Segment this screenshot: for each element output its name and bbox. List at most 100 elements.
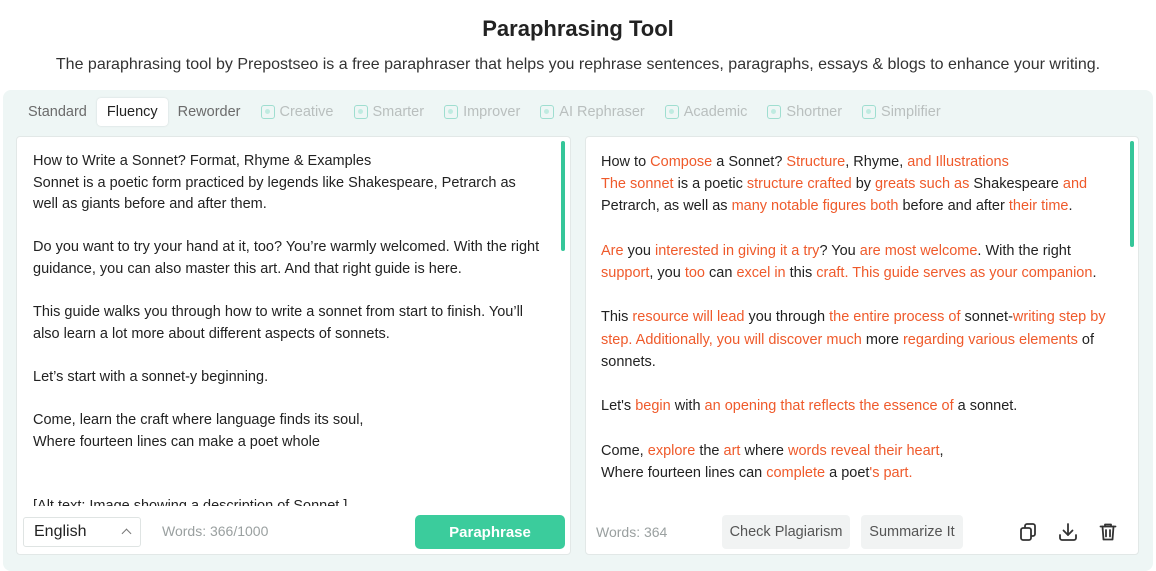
input-paragraph: [Alt text: Image showing a description o…: [33, 496, 543, 506]
copy-button[interactable]: [1013, 517, 1043, 547]
tab-simplifier[interactable]: Simplifier: [852, 98, 951, 126]
tab-label: Fluency: [106, 104, 158, 120]
changed-text[interactable]: Structure: [786, 154, 845, 170]
changed-text[interactable]: an opening that reflects the essence of: [705, 398, 954, 414]
creative-icon: [260, 105, 275, 119]
ai-rephraser-icon: [540, 105, 555, 119]
input-scrollbar[interactable]: [561, 141, 565, 251]
changed-text[interactable]: 's part.: [869, 465, 912, 481]
input-word-count: Words: 366/1000: [162, 523, 269, 539]
changed-text[interactable]: structure crafted: [747, 176, 852, 192]
paraphrase-button[interactable]: Paraphrase: [415, 515, 565, 549]
mode-tabs: Standard Fluency Reworder Creative Smarter Im…: [18, 98, 951, 126]
check-plagiarism-button[interactable]: Check Plagiarism: [722, 515, 850, 549]
changed-text[interactable]: words reveal their heart: [788, 443, 940, 459]
unchanged-text: a poet: [825, 464, 870, 481]
unchanged-text: .: [1068, 198, 1073, 215]
trash-icon: [1099, 523, 1117, 541]
tab-creative[interactable]: Creative: [251, 98, 344, 126]
unchanged-text: before and after: [898, 198, 1009, 215]
tab-label: Reworder: [177, 104, 241, 120]
unchanged-text: a sonnet.: [953, 398, 1018, 415]
output-paragraph: Are you interested in giving it a try? Y…: [601, 240, 1116, 284]
unchanged-text: a Sonnet?: [712, 154, 787, 170]
tab-improver[interactable]: Improver: [434, 98, 530, 126]
shortner-icon: [767, 105, 782, 119]
output-paragraph: Come, explore the art where words reveal…: [601, 440, 1116, 484]
delete-button[interactable]: [1093, 517, 1123, 547]
download-button[interactable]: [1053, 517, 1083, 547]
tab-shortner[interactable]: Shortner: [757, 98, 852, 126]
unchanged-text: , you: [649, 265, 685, 281]
changed-text[interactable]: resource will lead: [632, 309, 744, 325]
input-paragraph: Come, learn the craft where language fin…: [33, 412, 364, 450]
unchanged-text: Petrarch, as well as: [601, 198, 732, 215]
changed-text[interactable]: The sonnet: [601, 176, 674, 192]
unchanged-text: with: [670, 398, 705, 415]
input-paragraph: This guide walks you through how to writ…: [33, 304, 524, 342]
changed-text[interactable]: regarding various elements: [903, 332, 1078, 348]
input-paragraph: Let’s start with a sonnet-y beginning.: [33, 368, 269, 385]
tab-fluency[interactable]: Fluency: [96, 98, 168, 126]
changed-text[interactable]: begin: [635, 398, 670, 414]
changed-text[interactable]: and Illustrations: [907, 154, 1009, 170]
language-select[interactable]: English: [23, 517, 141, 547]
changed-text[interactable]: many notable figures both: [732, 198, 899, 214]
summarize-button[interactable]: Summarize It: [861, 515, 963, 549]
changed-text[interactable]: the entire process of: [829, 309, 960, 325]
changed-text[interactable]: greats such as: [875, 176, 969, 192]
download-icon: [1059, 523, 1077, 541]
improver-icon: [444, 105, 459, 119]
tab-reworder[interactable]: Reworder: [168, 98, 251, 126]
page-title: Paraphrasing Tool: [482, 16, 674, 41]
tab-label: Creative: [279, 104, 334, 120]
unchanged-text: . With the right: [977, 242, 1071, 259]
output-paragraph: This resource will lead you through the …: [601, 306, 1116, 373]
changed-text[interactable]: Are: [601, 243, 624, 259]
tab-label: Improver: [463, 104, 521, 120]
academic-icon: [664, 105, 679, 119]
copy-icon: [1020, 523, 1036, 541]
changed-text[interactable]: are most welcome: [860, 243, 978, 259]
unchanged-text: sonnet-: [960, 309, 1013, 326]
output-paragraph: How to Compose a Sonnet? Structure, Rhym…: [601, 151, 1116, 218]
simplifier-icon: [862, 105, 877, 119]
changed-text[interactable]: interested in giving it a try: [655, 243, 819, 259]
changed-text[interactable]: explore: [648, 443, 696, 459]
unchanged-text: you through: [744, 309, 830, 326]
tab-label: AI Rephraser: [559, 104, 645, 120]
output-scrollbar[interactable]: [1130, 141, 1134, 247]
tab-academic[interactable]: Academic: [655, 98, 758, 126]
tab-label: Shortner: [786, 104, 843, 120]
changed-text[interactable]: support: [601, 265, 649, 281]
language-value: English: [34, 523, 87, 540]
unchanged-text: is a poetic: [673, 176, 747, 193]
unchanged-text: this: [785, 265, 817, 281]
changed-text[interactable]: their time: [1009, 198, 1069, 214]
unchanged-text: Shakespeare: [969, 176, 1063, 193]
unchanged-text: Come,: [601, 442, 648, 459]
unchanged-text: .: [1092, 265, 1097, 281]
tab-label: Simplifier: [881, 104, 941, 120]
page-subtitle: The paraphrasing tool by Prepostseo is a…: [55, 56, 1101, 73]
tab-smarter[interactable]: Smarter: [344, 98, 435, 126]
changed-text[interactable]: craft. This guide serves as your compani…: [816, 265, 1092, 281]
changed-text[interactable]: art: [724, 443, 741, 459]
unchanged-text: Where fourteen lines can: [601, 464, 767, 481]
changed-text[interactable]: complete: [766, 465, 825, 481]
changed-text[interactable]: and: [1063, 176, 1087, 192]
unchanged-text: where: [740, 442, 789, 459]
tab-ai-rephraser[interactable]: AI Rephraser: [530, 98, 654, 126]
changed-text[interactable]: Compose: [650, 154, 712, 170]
tab-standard[interactable]: Standard: [18, 98, 97, 126]
input-textarea[interactable]: How to Write a Sonnet? Format, Rhyme & E…: [33, 151, 543, 506]
changed-text[interactable]: excel in: [736, 265, 785, 281]
output-paragraph: Let's begin with an opening that reflect…: [601, 395, 1116, 417]
unchanged-text: Let's: [601, 398, 636, 415]
changed-text[interactable]: too: [685, 265, 705, 281]
unchanged-text: the: [695, 442, 724, 459]
tab-label: Academic: [683, 104, 748, 120]
unchanged-text: ,: [939, 442, 944, 459]
input-paragraph: Do you want to try your hand at it, too?…: [33, 239, 540, 277]
unchanged-text: ? You: [819, 242, 860, 259]
